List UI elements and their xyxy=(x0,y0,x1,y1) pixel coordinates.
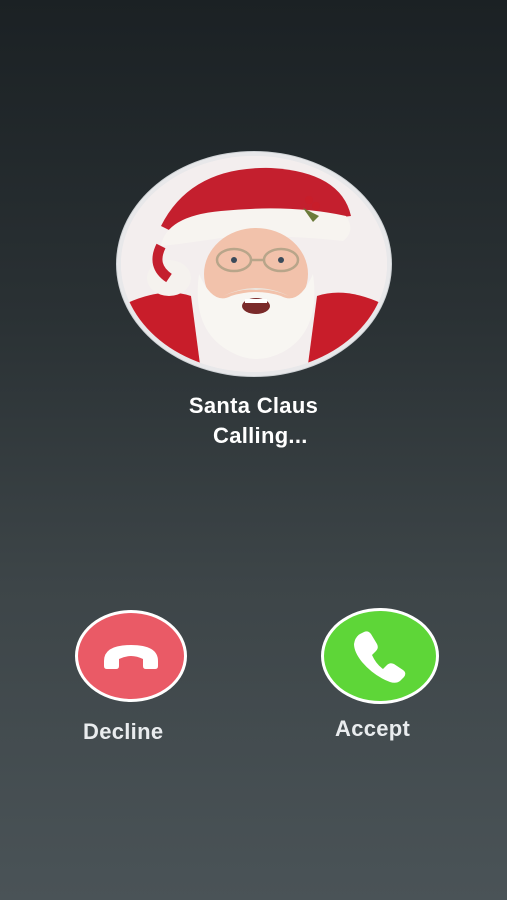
decline-label: Decline xyxy=(83,719,164,744)
caller-avatar-frame xyxy=(117,152,391,376)
accept-button[interactable] xyxy=(321,608,439,704)
accept-label: Accept xyxy=(335,716,411,741)
phone-hangup-icon xyxy=(104,645,158,669)
santa-portrait-image xyxy=(121,156,387,372)
call-status: Calling... xyxy=(213,423,308,448)
caller-avatar xyxy=(121,156,387,372)
phone-icon xyxy=(354,631,406,683)
caller-name: Santa Claus xyxy=(188,393,319,418)
decline-button[interactable] xyxy=(75,610,187,702)
